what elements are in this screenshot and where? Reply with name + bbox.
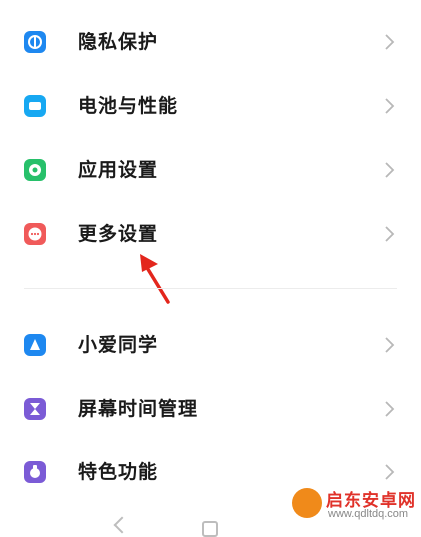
chevron-right-icon bbox=[385, 464, 395, 480]
watermark-logo-icon bbox=[292, 488, 322, 518]
settings-item-label: 屏幕时间管理 bbox=[78, 398, 199, 420]
settings-item-battery[interactable]: 电池与性能 bbox=[0, 74, 421, 138]
settings-item-privacy[interactable]: 隐私保护 bbox=[0, 10, 421, 74]
settings-item-label: 隐私保护 bbox=[78, 31, 159, 53]
chevron-right-icon bbox=[385, 401, 395, 417]
xiaoai-icon bbox=[24, 334, 46, 356]
app-settings-gear-icon bbox=[24, 159, 46, 181]
privacy-shield-icon bbox=[24, 31, 46, 53]
settings-item-label: 电池与性能 bbox=[78, 95, 179, 117]
settings-item-xiaoai[interactable]: 小爱同学 bbox=[0, 313, 421, 377]
settings-item-label: 小爱同学 bbox=[78, 334, 159, 356]
feature-icon bbox=[24, 461, 46, 483]
chevron-right-icon bbox=[385, 337, 395, 353]
chevron-right-icon bbox=[385, 98, 395, 114]
settings-item-label: 更多设置 bbox=[78, 223, 159, 245]
settings-item-label: 特色功能 bbox=[78, 461, 159, 483]
chevron-right-icon bbox=[385, 162, 395, 178]
section-divider bbox=[24, 288, 397, 289]
chevron-right-icon bbox=[385, 34, 395, 50]
back-icon[interactable] bbox=[113, 516, 131, 534]
home-icon[interactable] bbox=[202, 521, 218, 537]
settings-item-label: 应用设置 bbox=[78, 159, 159, 181]
settings-item-screen-time[interactable]: 屏幕时间管理 bbox=[0, 377, 421, 441]
annotation-arrow-icon bbox=[140, 254, 170, 304]
hourglass-icon bbox=[24, 398, 46, 420]
battery-icon bbox=[24, 95, 46, 117]
settings-item-app-settings[interactable]: 应用设置 bbox=[0, 138, 421, 202]
chevron-right-icon bbox=[385, 226, 395, 242]
more-dots-icon bbox=[24, 223, 46, 245]
navigation-bar bbox=[0, 515, 421, 537]
settings-item-more-settings[interactable]: 更多设置 bbox=[0, 202, 421, 266]
